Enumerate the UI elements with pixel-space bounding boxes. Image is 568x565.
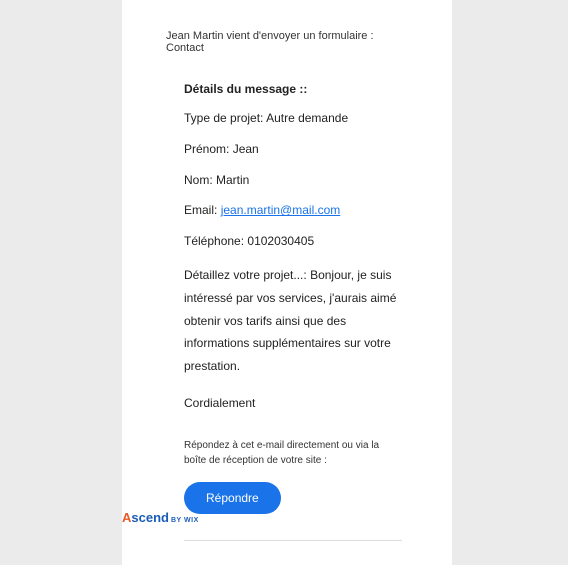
field-lastname: Nom: Martin [184, 172, 402, 189]
field-project-detail: Détaillez votre projet...: Bonjour, je s… [184, 264, 402, 378]
details-block: Détails du message :: Type de projet: Au… [162, 82, 412, 541]
email-link[interactable]: jean.martin@mail.com [221, 203, 341, 217]
reply-hint: Répondez à cet e-mail directement ou via… [184, 438, 402, 468]
field-label: Type de projet: [184, 111, 263, 125]
details-heading: Détails du message :: [184, 82, 402, 96]
brand-bywix: BY WIX [171, 517, 199, 524]
field-phone: Téléphone: 0102030405 [184, 233, 402, 250]
field-value: Martin [216, 173, 249, 187]
brand-scend: scend [131, 510, 169, 525]
brand-logo: AscendBY WIX [122, 510, 199, 525]
field-value: Bonjour, je suis intéressé par vos servi… [184, 268, 396, 373]
divider [184, 540, 402, 541]
email-card: Jean Martin vient d'envoyer un formulair… [122, 0, 452, 565]
field-project-type: Type de projet: Autre demande [184, 110, 402, 127]
field-label: Détaillez votre projet...: [184, 268, 307, 282]
field-label: Email: [184, 203, 217, 217]
field-label: Prénom: [184, 142, 229, 156]
field-value: Autre demande [266, 111, 348, 125]
brand-letter-a: A [122, 510, 131, 525]
field-label: Nom: [184, 173, 213, 187]
signoff: Cordialement [184, 396, 402, 410]
field-firstname: Prénom: Jean [184, 141, 402, 158]
field-value: 0102030405 [247, 234, 314, 248]
email-subject: Jean Martin vient d'envoyer un formulair… [162, 30, 412, 54]
field-email: Email: jean.martin@mail.com [184, 202, 402, 219]
field-label: Téléphone: [184, 234, 244, 248]
field-value: Jean [233, 142, 259, 156]
